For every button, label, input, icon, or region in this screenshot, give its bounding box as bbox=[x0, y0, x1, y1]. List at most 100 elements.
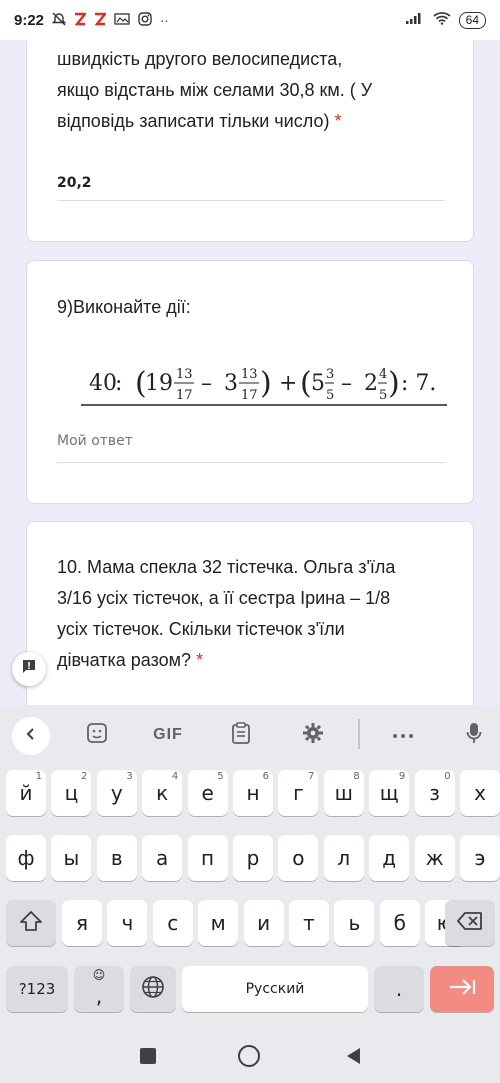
status-bar: 9:22 ·· 64 bbox=[0, 0, 500, 40]
more-options-button[interactable] bbox=[386, 721, 420, 749]
key-row2-10[interactable]: э bbox=[460, 835, 500, 881]
enter-key[interactable] bbox=[430, 966, 494, 1012]
expr-c-whole: 3 bbox=[224, 371, 238, 396]
key-row2-8[interactable]: д bbox=[369, 835, 410, 881]
key-row1-5[interactable]: н6 bbox=[233, 770, 273, 816]
key-row3-1[interactable]: ч bbox=[107, 900, 148, 946]
answer-underline bbox=[57, 462, 445, 463]
home-button[interactable] bbox=[238, 1045, 260, 1067]
shift-icon bbox=[19, 910, 43, 937]
key-row3-3[interactable]: м bbox=[198, 900, 239, 946]
recents-button[interactable] bbox=[140, 1048, 156, 1064]
key-row1-1[interactable]: ц2 bbox=[51, 770, 92, 816]
gallery-icon bbox=[114, 12, 130, 29]
backspace-key[interactable] bbox=[445, 900, 495, 946]
expr-d-den: 5 bbox=[326, 388, 334, 403]
backspace-icon bbox=[457, 911, 483, 936]
key-hint-number: 0 bbox=[444, 771, 451, 782]
key-row1-6[interactable]: г7 bbox=[278, 770, 319, 816]
question-title: 9)Виконайте дії: bbox=[57, 297, 191, 317]
symbols-key[interactable]: ?123 bbox=[6, 966, 68, 1012]
key-hint-number: 7 bbox=[308, 771, 315, 782]
key-hint-number: 9 bbox=[398, 771, 406, 782]
report-problem-button[interactable] bbox=[12, 652, 46, 686]
key-row1-4[interactable]: е5 bbox=[187, 770, 228, 816]
clipboard-icon bbox=[231, 721, 251, 749]
expr-plus: + bbox=[279, 371, 297, 396]
key-row2-0[interactable]: ф bbox=[6, 835, 46, 881]
chevron-left-icon bbox=[24, 727, 38, 746]
expr-close-paren: ) bbox=[260, 366, 272, 401]
gif-button[interactable]: GIF bbox=[146, 721, 190, 749]
key-hint-number: 2 bbox=[81, 771, 88, 782]
key-row3-6[interactable]: ь bbox=[334, 900, 375, 946]
muted-alarm-icon bbox=[51, 12, 67, 29]
key-row3-0[interactable]: я bbox=[62, 900, 102, 946]
key-row1-8[interactable]: щ9 bbox=[369, 770, 410, 816]
period-key[interactable]: . bbox=[374, 966, 424, 1012]
navigation-bar bbox=[0, 1034, 500, 1083]
required-mark: * bbox=[196, 650, 204, 670]
key-row2-3[interactable]: а bbox=[142, 835, 183, 881]
comma-key[interactable]: ☺ , bbox=[74, 966, 124, 1012]
back-button[interactable] bbox=[344, 1046, 362, 1071]
key-row1-9[interactable]: з0 bbox=[414, 770, 455, 816]
math-expression-image: 40 : ( 19 13 17 – 3 13 17 ) + ( 5 3 5 – … bbox=[81, 366, 447, 406]
key-row2-5[interactable]: р bbox=[233, 835, 273, 881]
expr-b-whole: 19 bbox=[145, 371, 173, 396]
required-mark: * bbox=[334, 111, 342, 131]
report-icon bbox=[21, 659, 37, 680]
keyboard-back-button[interactable] bbox=[12, 717, 50, 755]
expr-d-whole: 5 bbox=[311, 371, 325, 396]
shift-key[interactable] bbox=[6, 900, 56, 946]
voice-input-button[interactable] bbox=[460, 721, 488, 749]
key-row3-4[interactable]: и bbox=[243, 900, 284, 946]
expr-open-paren-2: ( bbox=[300, 366, 312, 401]
microphone-icon bbox=[466, 722, 482, 749]
key-row2-2[interactable]: в bbox=[96, 835, 137, 881]
key-row1-0[interactable]: й1 bbox=[6, 770, 46, 816]
key-row3-5[interactable]: т bbox=[289, 900, 329, 946]
keyboard-toolbar: GIF bbox=[0, 705, 500, 763]
key-row2-9[interactable]: ж bbox=[414, 835, 455, 881]
notification-icon-2 bbox=[94, 12, 108, 29]
key-row3-7[interactable]: б bbox=[379, 900, 420, 946]
key-row1-10[interactable]: х bbox=[460, 770, 500, 816]
expr-dividend: 40 bbox=[89, 371, 117, 396]
question-card-8: швидкість другого велосипедиста, якщо ві… bbox=[26, 6, 474, 242]
key-row1-2[interactable]: у3 bbox=[96, 770, 137, 816]
notification-icon-1 bbox=[74, 12, 88, 29]
expr-c-num: 13 bbox=[241, 367, 258, 382]
expr-tail: : 7. bbox=[401, 371, 436, 396]
wifi-icon bbox=[433, 11, 451, 29]
gear-icon bbox=[302, 722, 324, 749]
expr-e-den: 5 bbox=[379, 388, 387, 403]
answer-input[interactable]: 20,2 bbox=[57, 175, 92, 191]
key-row2-1[interactable]: ы bbox=[51, 835, 92, 881]
space-key[interactable]: Русский bbox=[182, 966, 368, 1012]
question-card-9: 9)Виконайте дії: 40 : ( 19 13 17 – 3 13 … bbox=[26, 260, 474, 504]
more-notifications-icon: ·· bbox=[160, 12, 169, 28]
on-screen-keyboard: GIF й1ц2у3к4е5н6г7ш8щ9з0х фывапролджэ яч… bbox=[0, 705, 500, 1034]
answer-input[interactable]: Мой ответ bbox=[57, 433, 133, 449]
key-hint-number: 4 bbox=[171, 771, 179, 782]
key-row2-4[interactable]: п bbox=[187, 835, 228, 881]
key-row1-7[interactable]: ш8 bbox=[323, 770, 364, 816]
key-row3-2[interactable]: с bbox=[152, 900, 193, 946]
expr-e-num: 4 bbox=[379, 367, 387, 382]
globe-icon bbox=[141, 975, 165, 1004]
clipboard-button[interactable] bbox=[226, 721, 256, 749]
expr-close-paren-2: ) bbox=[388, 366, 400, 401]
sticker-button[interactable] bbox=[82, 721, 112, 749]
question-card-10: 10. Мама спекла 32 тістечка. Ольга з'їла… bbox=[26, 521, 474, 721]
settings-button[interactable] bbox=[298, 721, 328, 749]
key-row2-7[interactable]: л bbox=[323, 835, 364, 881]
next-field-icon bbox=[448, 977, 476, 1001]
key-hint-number: 6 bbox=[262, 771, 269, 782]
key-row2-6[interactable]: о bbox=[278, 835, 319, 881]
key-hint-number: 8 bbox=[353, 771, 360, 782]
language-key[interactable] bbox=[130, 966, 176, 1012]
key-row1-3[interactable]: к4 bbox=[142, 770, 183, 816]
expr-e-whole: 2 bbox=[364, 371, 378, 396]
expr-colon: : bbox=[115, 371, 122, 396]
